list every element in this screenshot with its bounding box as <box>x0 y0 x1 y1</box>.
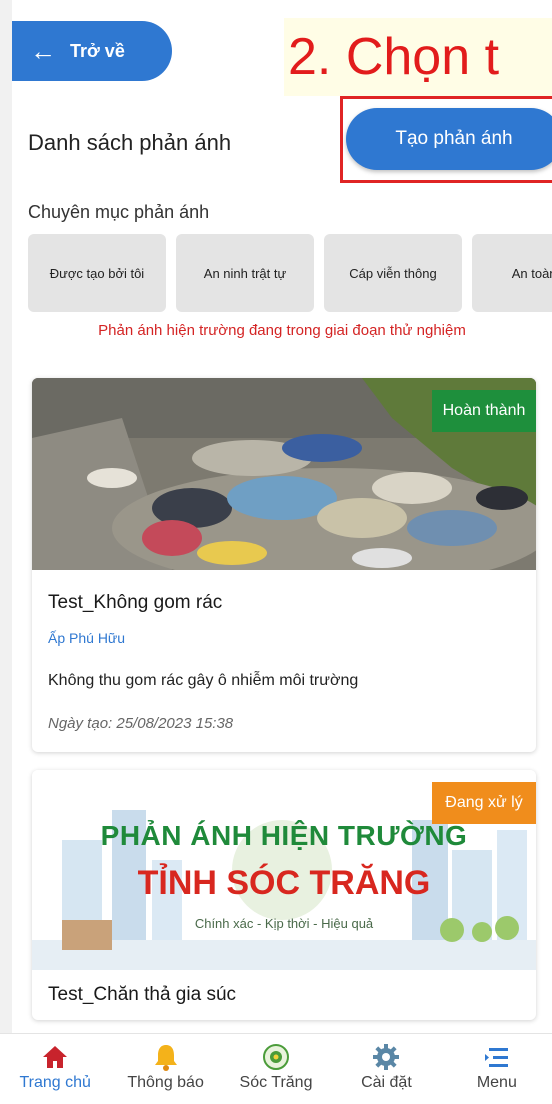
status-badge: Đang xử lý <box>432 782 536 824</box>
back-button[interactable]: ← Trở về <box>12 21 172 81</box>
nav-settings-label: Cài đặt <box>361 1074 412 1091</box>
menu-icon <box>482 1042 512 1072</box>
report-card[interactable]: Hoàn thành Test_Không gom rác Ấp Phú Hữu… <box>32 378 536 752</box>
province-logo-icon <box>261 1042 291 1072</box>
category-heading: Chuyên mục phản ánh <box>28 202 210 222</box>
report-hamlet: Ấp Phú Hữu <box>48 630 126 646</box>
category-chip-mine[interactable]: Được tạo bởi tôi <box>28 234 166 312</box>
report-date: Ngày tạo: 25/08/2023 15:38 <box>48 715 234 732</box>
category-list: Được tạo bởi tôi An ninh trật tự Cáp viễ… <box>28 234 552 312</box>
arrow-left-icon: ← <box>30 36 56 66</box>
gear-icon <box>371 1042 401 1072</box>
home-icon <box>40 1042 70 1072</box>
nav-notifications-label: Thông báo <box>127 1074 204 1091</box>
nav-settings[interactable]: Cài đặt <box>331 1034 441 1104</box>
back-button-label: Trở về <box>70 40 125 61</box>
create-report-button[interactable]: Tạo phản ánh <box>346 108 552 170</box>
banner-line-1: PHẢN ÁNH HIỆN TRƯỜNG <box>100 820 468 851</box>
report-description: Không thu gom rác gây ô nhiễm môi trường <box>48 672 359 689</box>
report-card[interactable]: PHẢN ÁNH HIỆN TRƯỜNG TỈNH SÓC TRĂNG Chín… <box>32 770 536 1020</box>
report-title: Test_Chăn thả gia súc <box>48 984 237 1005</box>
banner-line-2: TỈNH SÓC TRĂNG <box>137 864 431 902</box>
nav-menu[interactable]: Menu <box>442 1034 552 1104</box>
nav-notifications[interactable]: Thông báo <box>110 1034 220 1104</box>
nav-soc-trang[interactable]: Sóc Trăng <box>221 1034 331 1104</box>
banner-slogan: Chính xác - Kịp thời - Hiệu quả <box>194 916 374 931</box>
report-list-screen: ← Trở về 2. Chọn t Danh sách phản ánh Tạ… <box>12 0 552 1033</box>
trial-notice: Phản ánh hiện trường đang trong giai đoạ… <box>98 322 466 339</box>
nav-home-label: Trang chủ <box>19 1074 91 1091</box>
nav-menu-label: Menu <box>476 1074 517 1091</box>
nav-home[interactable]: Trang chủ <box>0 1034 110 1104</box>
bell-icon <box>151 1042 181 1072</box>
bottom-navigation: Trang chủ Thông báo Sóc Trăng Cài đặt Me… <box>0 1033 552 1104</box>
report-title: Test_Không gom rác <box>48 592 223 613</box>
instruction-overlay: 2. Chọn t <box>284 18 552 96</box>
status-badge: Hoàn thành <box>432 390 536 432</box>
page-title: Danh sách phản ánh <box>28 130 232 155</box>
nav-soc-trang-label: Sóc Trăng <box>239 1074 313 1091</box>
category-chip-security[interactable]: An ninh trật tự <box>176 234 314 312</box>
category-chip-safety[interactable]: An toàn gi <box>472 234 552 312</box>
category-chip-telecom[interactable]: Cáp viễn thông <box>324 234 462 312</box>
